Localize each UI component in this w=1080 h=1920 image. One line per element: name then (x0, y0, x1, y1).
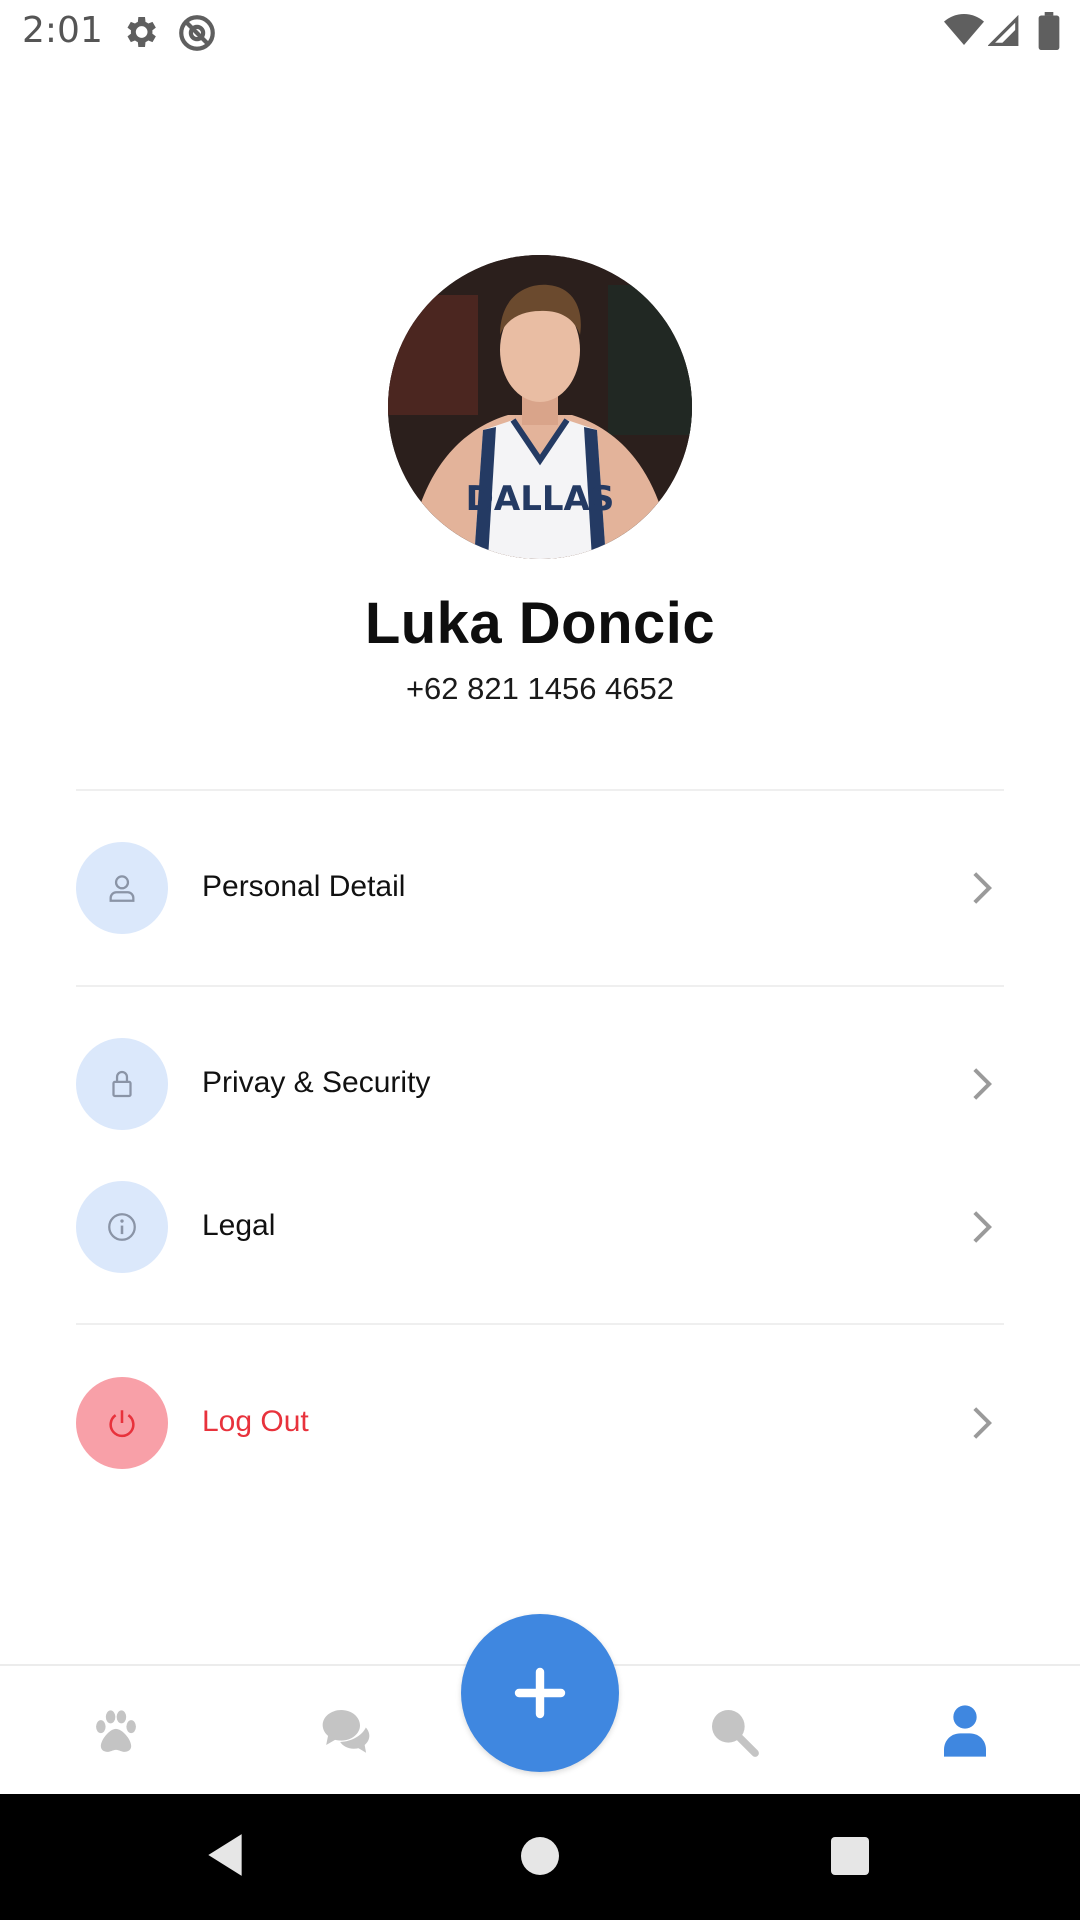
chevron-right-icon (970, 1209, 994, 1250)
add-icon (514, 1667, 566, 1719)
battery-icon (1038, 12, 1060, 55)
profile-avatar[interactable]: DALLAS (388, 255, 692, 559)
recents-icon[interactable] (830, 1836, 870, 1881)
settings-gear-icon (120, 12, 160, 57)
status-bar: 2:01 (0, 0, 1080, 64)
menu-item-label: Log Out (202, 1405, 309, 1438)
menu-item-label: Legal (202, 1209, 276, 1242)
cellular-signal-icon (987, 12, 1020, 53)
lock-icon (76, 1038, 168, 1130)
nav-search-icon[interactable] (698, 1696, 768, 1766)
chevron-right-icon (970, 870, 994, 911)
divider (76, 985, 1004, 987)
profile-name: Luka Doncic (364, 591, 716, 656)
profile-phone: +62 821 1456 4652 (405, 671, 675, 706)
menu-item-privacy-security[interactable]: Privay & Security (76, 1038, 1004, 1134)
status-time: 2:01 (22, 10, 103, 51)
wifi-icon (944, 12, 984, 53)
at-sign-icon (176, 12, 218, 59)
info-icon (76, 1181, 168, 1273)
nav-chat-icon[interactable] (311, 1696, 381, 1766)
divider (76, 1323, 1004, 1325)
nav-profile-icon[interactable] (930, 1696, 1000, 1766)
divider (76, 789, 1004, 791)
home-icon[interactable] (520, 1836, 560, 1881)
chevron-right-icon (970, 1405, 994, 1446)
nav-home-paw-icon[interactable] (81, 1696, 151, 1766)
menu-item-personal-detail[interactable]: Personal Detail (76, 842, 1004, 938)
avatar-jersey-text: DALLAS (466, 479, 615, 519)
menu-item-label: Personal Detail (202, 870, 406, 903)
menu-item-log-out[interactable]: Log Out (76, 1377, 1004, 1473)
add-button[interactable] (461, 1614, 619, 1772)
menu-item-legal[interactable]: Legal (76, 1181, 1004, 1277)
menu-item-label: Privay & Security (202, 1066, 431, 1099)
system-navigation-bar (0, 1794, 1080, 1920)
chevron-right-icon (970, 1066, 994, 1107)
power-icon (76, 1377, 168, 1469)
back-icon[interactable] (204, 1830, 246, 1885)
person-icon (76, 842, 168, 934)
